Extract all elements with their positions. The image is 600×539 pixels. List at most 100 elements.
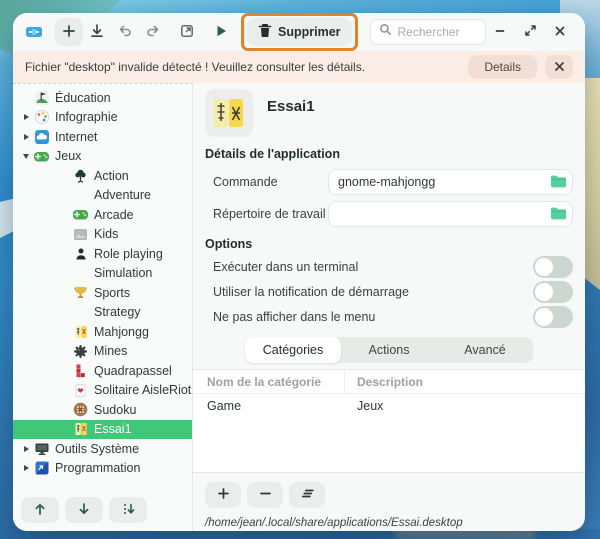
close-icon — [554, 60, 565, 75]
sort-button[interactable] — [109, 497, 147, 523]
sidebar-toolbar — [21, 497, 147, 523]
gamepad-icon — [33, 148, 50, 165]
minimize-icon — [494, 25, 506, 40]
sidebar-item-sports[interactable]: Sports — [13, 283, 192, 303]
browse-command-button[interactable] — [548, 173, 568, 191]
table-row[interactable]: Game Jeux — [193, 394, 585, 418]
slanted-lines-icon — [300, 487, 315, 503]
app-title: Essai1 — [267, 98, 315, 115]
hide-in-menu-toggle[interactable] — [533, 306, 573, 328]
download-button[interactable] — [83, 18, 111, 46]
close-button[interactable] — [547, 18, 573, 46]
expander-icon[interactable] — [19, 149, 33, 163]
menu-editor-window: Supprimer Fichier "desktop" invalide dét… — [13, 13, 585, 531]
launch-button[interactable] — [207, 18, 235, 46]
mahjongg-tiles-icon — [72, 323, 89, 340]
command-field-row: Commande — [205, 169, 573, 195]
expander-icon[interactable] — [19, 130, 33, 144]
options-heading: Options — [205, 237, 573, 253]
banner-details-button[interactable]: Details — [468, 55, 537, 79]
tab-avance[interactable]: Avancé — [437, 337, 533, 363]
sidebar-item-action[interactable]: Action — [13, 166, 192, 186]
sidebar-item-sudoku[interactable]: Sudoku — [13, 400, 192, 420]
sidebar-item-role-playing[interactable]: Role playing — [13, 244, 192, 264]
redo-button[interactable] — [139, 18, 167, 46]
headerbar: Supprimer — [13, 13, 585, 51]
workdir-label: Répertoire de travail — [205, 207, 328, 221]
browse-workdir-button[interactable] — [548, 205, 568, 223]
option-hidden-row: Ne pas afficher dans le menu — [205, 306, 573, 328]
details-heading: Détails de l'application — [205, 147, 573, 163]
sidebar-item-essai1[interactable]: Essai1 — [13, 420, 192, 440]
sudoku-grid-icon — [72, 401, 89, 418]
column-header-description: Description — [345, 375, 423, 389]
sidebar-item-solitaire[interactable]: Solitaire AisleRiot — [13, 381, 192, 401]
app-large-icon — [205, 89, 253, 137]
trash-icon — [258, 23, 272, 41]
sidebar-item-arcade[interactable]: Arcade — [13, 205, 192, 225]
export-button[interactable] — [173, 18, 201, 46]
playing-card-icon — [72, 382, 89, 399]
sidebar-item-mines[interactable]: Mines — [13, 342, 192, 362]
plus-icon — [61, 23, 77, 42]
cloud-icon — [33, 128, 50, 145]
expander-icon[interactable] — [19, 110, 33, 124]
expander-icon[interactable] — [19, 442, 33, 456]
workdir-input[interactable] — [328, 201, 573, 227]
tetromino-icon — [72, 362, 89, 379]
expander-icon[interactable] — [19, 461, 33, 475]
categories-table: Nom de la catégorie Description Game Jeu… — [193, 369, 585, 473]
delete-button-label: Supprimer — [278, 25, 341, 39]
redo-icon — [145, 23, 161, 42]
category-actions — [205, 482, 573, 508]
add-button[interactable] — [55, 18, 83, 46]
undo-button[interactable] — [111, 18, 139, 46]
add-category-button[interactable] — [205, 482, 241, 508]
restore-icon — [524, 24, 537, 40]
column-header-category: Nom de la catégorie — [193, 370, 345, 394]
sidebar-item-kids[interactable]: Kids — [13, 225, 192, 245]
sidebar-item-simulation[interactable]: Simulation — [13, 264, 192, 284]
status-path: /home/jean/.local/share/applications/Ess… — [205, 517, 573, 529]
sidebar-item-adventure[interactable]: Adventure — [13, 186, 192, 206]
palette-icon — [33, 109, 50, 126]
tab-actions[interactable]: Actions — [341, 337, 437, 363]
banner-close-button[interactable] — [545, 55, 573, 79]
sidebar-item-infographie[interactable]: Infographie — [13, 108, 192, 128]
move-down-button[interactable] — [65, 497, 103, 523]
sidebar-item-internet[interactable]: Internet — [13, 127, 192, 147]
sidebar-item-outils-systeme[interactable]: Outils Système — [13, 439, 192, 459]
sidebar-item-mahjongg[interactable]: Mahjongg — [13, 322, 192, 342]
sidebar-item-quadrapassel[interactable]: Quadrapassel — [13, 361, 192, 381]
folder-icon — [550, 174, 567, 191]
sidebar-item-strategy[interactable]: Strategy — [13, 303, 192, 323]
minimize-button[interactable] — [487, 18, 513, 46]
table-header-row: Nom de la catégorie Description — [193, 370, 585, 394]
arrow-up-icon — [33, 502, 47, 519]
delete-button[interactable]: Supprimer — [247, 18, 352, 46]
sidebar-item-jeux[interactable]: Jeux — [13, 147, 192, 167]
sidebar-item-programmation[interactable]: Programmation — [13, 459, 192, 479]
startup-notification-toggle[interactable] — [533, 281, 573, 303]
remove-category-button[interactable] — [247, 482, 283, 508]
gear-icon — [72, 343, 89, 360]
command-input[interactable] — [328, 169, 573, 195]
move-up-button[interactable] — [21, 497, 59, 523]
sidebar-item-education[interactable]: Éducation — [13, 88, 192, 108]
arrow-down-icon — [77, 502, 91, 519]
monitor-icon — [33, 440, 50, 457]
play-icon — [213, 23, 229, 42]
search-input[interactable] — [398, 25, 477, 39]
tab-categories[interactable]: Catégories — [245, 337, 341, 363]
gamepad-icon — [72, 206, 89, 223]
restore-button[interactable] — [517, 18, 543, 46]
search-box[interactable] — [370, 19, 486, 45]
workdir-field-row: Répertoire de travail — [205, 201, 573, 227]
search-icon — [379, 23, 392, 41]
terminal-toggle[interactable] — [533, 256, 573, 278]
option-terminal-row: Exécuter dans un terminal — [205, 256, 573, 278]
export-icon — [179, 23, 195, 42]
app-detail-panel: Essai1 Détails de l'application Commande… — [193, 83, 585, 531]
reset-categories-button[interactable] — [289, 482, 325, 508]
option-notification-row: Utiliser la notification de démarrage — [205, 281, 573, 303]
